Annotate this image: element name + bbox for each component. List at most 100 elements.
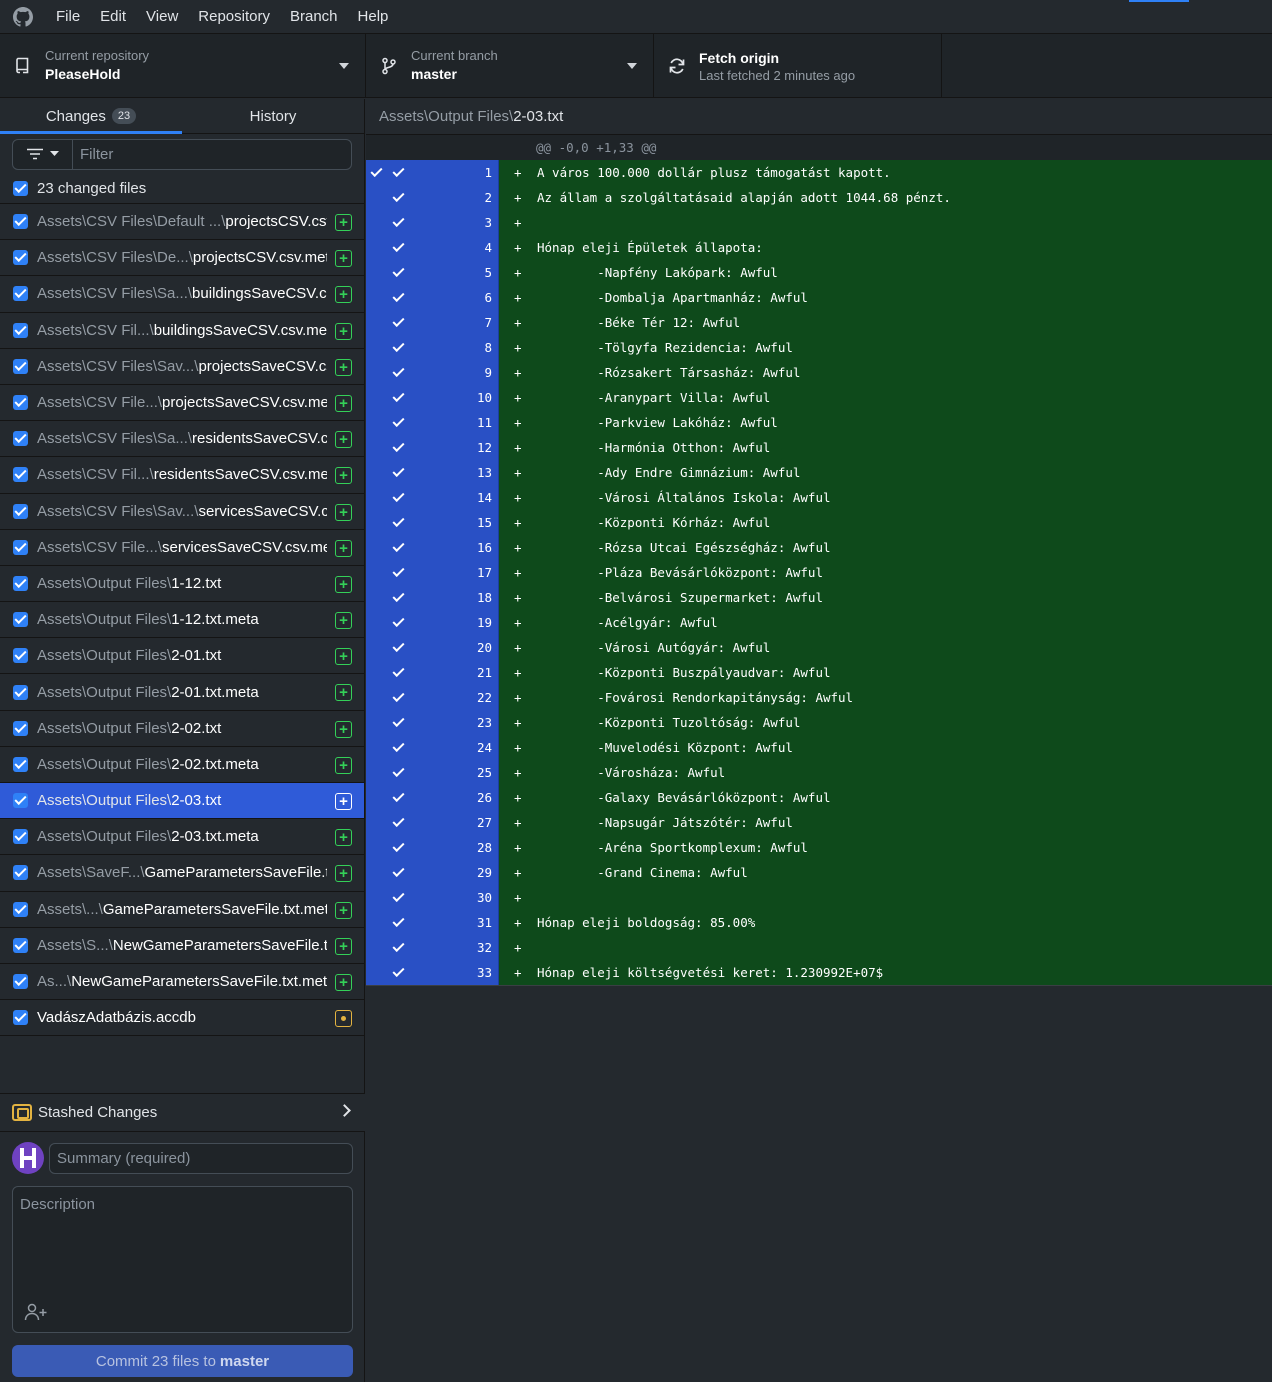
select-all-checkbox[interactable] [13,180,28,196]
file-checkbox[interactable] [13,286,28,302]
file-checkbox[interactable] [13,395,28,411]
file-checkbox[interactable] [13,648,28,664]
file-row[interactable]: Assets\Output Files\1-12.txt + [0,566,364,603]
line-select-gutter[interactable] [366,685,386,710]
tab-changes[interactable]: Changes 23 [0,99,182,134]
line-include-toggle[interactable] [386,460,453,485]
file-checkbox[interactable] [13,901,28,917]
line-select-gutter[interactable] [366,260,386,285]
line-select-gutter[interactable] [366,785,386,810]
file-row[interactable]: Assets\CSV Fil...\buildingsSaveCSV.csv.m… [0,313,364,349]
file-checkbox[interactable] [13,1010,28,1026]
file-checkbox[interactable] [13,358,28,374]
line-include-toggle[interactable] [386,310,453,335]
line-select-gutter[interactable] [366,235,386,260]
line-include-toggle[interactable] [386,335,453,360]
line-select-gutter[interactable] [366,360,386,385]
current-repository-button[interactable]: Current repository PleaseHold [0,34,366,98]
file-row[interactable]: Assets\S...\NewGameParametersSaveFile.tx… [0,928,364,964]
line-include-toggle[interactable] [386,385,453,410]
line-include-toggle[interactable] [386,510,453,535]
file-checkbox[interactable] [13,829,28,845]
file-row[interactable]: Assets\CSV Files\Sav...\projectsSaveCSV.… [0,349,364,385]
menu-repository[interactable]: Repository [188,0,280,34]
menu-help[interactable]: Help [348,0,399,34]
file-checkbox[interactable] [13,612,28,628]
line-select-gutter[interactable] [366,660,386,685]
file-row[interactable]: Assets\CSV Files\Sa...\buildingsSaveCSV.… [0,276,364,313]
file-row[interactable]: Assets\Output Files\2-02.txt.meta + [0,747,364,783]
filter-input[interactable] [73,139,351,169]
add-coauthor-icon[interactable] [24,1302,48,1322]
line-include-toggle[interactable] [386,160,453,185]
line-select-gutter[interactable] [366,310,386,335]
line-select-gutter[interactable] [366,185,386,210]
file-row[interactable]: Assets\CSV Files\De...\projectsCSV.csv.m… [0,240,364,277]
line-select-gutter[interactable] [366,735,386,760]
file-checkbox[interactable] [13,865,28,881]
file-row[interactable]: As...\NewGameParametersSaveFile.txt.meta… [0,964,364,1001]
file-row[interactable]: Assets\CSV Fil...\residentsSaveCSV.csv.m… [0,457,364,494]
menu-edit[interactable]: Edit [90,0,136,34]
file-row[interactable]: Assets\Output Files\2-03.txt + [0,783,364,820]
file-row[interactable]: Assets\CSV Files\Sav...\servicesSaveCSV.… [0,494,364,530]
file-row[interactable]: Assets\...\GameParametersSaveFile.txt.me… [0,892,364,928]
commit-button[interactable]: Commit 23 files to master [12,1345,353,1377]
line-include-toggle[interactable] [386,610,453,635]
line-select-gutter[interactable] [366,160,386,185]
line-include-toggle[interactable] [386,410,453,435]
menu-file[interactable]: File [46,0,90,34]
line-select-gutter[interactable] [366,585,386,610]
file-checkbox[interactable] [13,793,28,809]
line-select-gutter[interactable] [366,860,386,885]
line-include-toggle[interactable] [386,760,453,785]
line-include-toggle[interactable] [386,835,453,860]
line-include-toggle[interactable] [386,785,453,810]
line-select-gutter[interactable] [366,835,386,860]
line-include-toggle[interactable] [386,560,453,585]
line-include-toggle[interactable] [386,285,453,310]
file-row[interactable]: Assets\CSV Files\Default ...\projectsCSV… [0,204,364,241]
line-select-gutter[interactable] [366,760,386,785]
line-select-gutter[interactable] [366,285,386,310]
file-row[interactable]: Assets\Output Files\2-03.txt.meta + [0,819,364,856]
line-select-gutter[interactable] [366,385,386,410]
line-include-toggle[interactable] [386,935,453,960]
file-row[interactable]: Assets\CSV File...\servicesSaveCSV.csv.m… [0,530,364,566]
file-checkbox[interactable] [13,937,28,953]
current-branch-button[interactable]: Current branch master [366,34,654,98]
line-select-gutter[interactable] [366,435,386,460]
file-row[interactable]: Assets\Output Files\1-12.txt.meta + [0,602,364,639]
line-include-toggle[interactable] [386,535,453,560]
line-select-gutter[interactable] [366,410,386,435]
line-select-gutter[interactable] [366,935,386,960]
fetch-origin-button[interactable]: Fetch origin Last fetched 2 minutes ago [654,34,942,98]
file-checkbox[interactable] [13,322,28,338]
menu-branch[interactable]: Branch [280,0,348,34]
file-checkbox[interactable] [13,214,28,230]
file-row[interactable]: Assets\CSV Files\Sa...\residentsSaveCSV.… [0,421,364,458]
line-include-toggle[interactable] [386,660,453,685]
line-include-toggle[interactable] [386,810,453,835]
file-checkbox[interactable] [13,575,28,591]
line-include-toggle[interactable] [386,960,453,985]
file-checkbox[interactable] [13,250,28,266]
line-select-gutter[interactable] [366,610,386,635]
line-select-gutter[interactable] [366,635,386,660]
line-include-toggle[interactable] [386,185,453,210]
file-checkbox[interactable] [13,974,28,990]
line-select-gutter[interactable] [366,485,386,510]
line-include-toggle[interactable] [386,885,453,910]
menu-view[interactable]: View [136,0,188,34]
line-include-toggle[interactable] [386,735,453,760]
file-checkbox[interactable] [13,756,28,772]
line-select-gutter[interactable] [366,210,386,235]
line-select-gutter[interactable] [366,510,386,535]
line-select-gutter[interactable] [366,560,386,585]
select-all-row[interactable]: 23 changed files [0,174,364,204]
line-include-toggle[interactable] [386,860,453,885]
file-checkbox[interactable] [13,503,28,519]
line-include-toggle[interactable] [386,235,453,260]
line-include-toggle[interactable] [386,435,453,460]
line-include-toggle[interactable] [386,485,453,510]
